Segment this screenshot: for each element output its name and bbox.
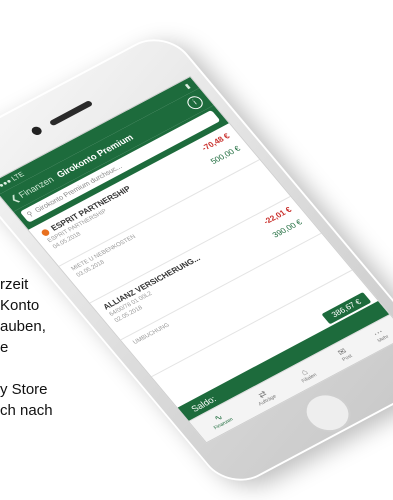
tab-mehr[interactable]: ⋯ Mehr [370,326,391,344]
article-line: auben, [0,318,46,335]
front-camera [29,125,44,137]
tab-finanzen[interactable]: ∿ Finanzen [206,409,235,431]
search-icon: ⚲ [25,210,36,219]
battery-icon: ▮ [184,82,193,91]
article-line: Konto [0,297,40,314]
article-line: y Store [0,381,48,398]
home-button [295,386,360,440]
earpiece-speaker [48,100,94,127]
tab-filialen[interactable]: ⌂ Filialen [294,364,319,385]
info-icon[interactable]: i [184,93,206,112]
article-line: rzeit [0,276,29,293]
article-line: ch nach [0,402,53,419]
article-line: e [0,339,9,356]
tab-auftraege[interactable]: ⇄ Aufträge [251,386,278,408]
tab-post[interactable]: ✉ Post [334,346,354,363]
pending-dot-icon [40,228,51,238]
